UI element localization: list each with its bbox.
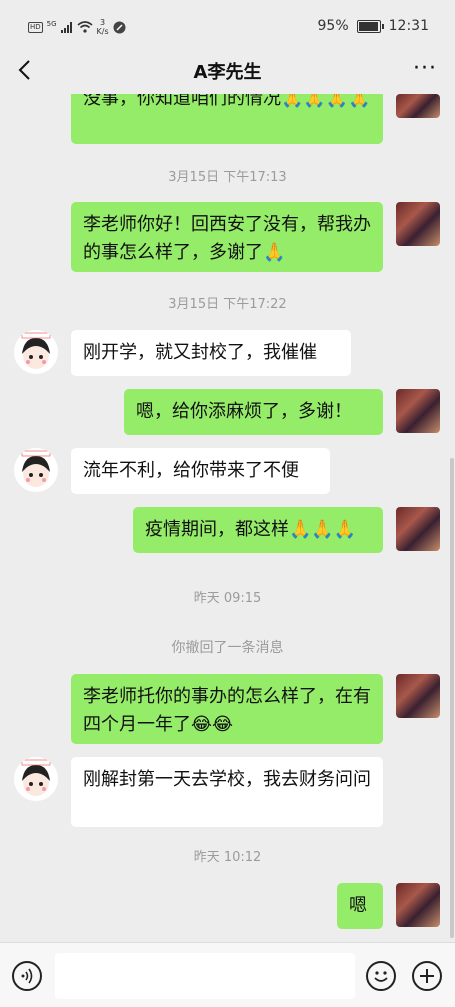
message-text: 疫情期间，都这样🙏🙏🙏 — [145, 519, 357, 540]
self-avatar[interactable] — [396, 389, 440, 433]
contact-avatar[interactable] — [14, 448, 58, 492]
chat-title: A李先生 — [193, 62, 262, 83]
message-bubble-self[interactable]: 疫情期间，都这样🙏🙏🙏 — [133, 507, 383, 553]
cartoon-girl-icon — [21, 332, 51, 369]
recall-notice: 你撤回了一条消息 — [171, 640, 284, 656]
emoji-icon[interactable] — [366, 961, 396, 991]
contact-avatar[interactable] — [14, 757, 58, 801]
self-avatar[interactable] — [396, 883, 440, 927]
input-toolbar — [0, 942, 455, 1007]
network-label: 5G — [46, 20, 57, 28]
message-bubble-other[interactable]: 流年不利，给你带来了不便 — [71, 448, 330, 494]
message-bubble-other[interactable]: 刚开学，就又封校了，我催催 — [71, 330, 351, 376]
timestamp: 3月15日 下午17:22 — [168, 297, 287, 312]
scrollbar[interactable] — [450, 458, 454, 938]
self-avatar[interactable] — [396, 674, 440, 718]
message-bubble-self[interactable]: 嗯 — [337, 883, 383, 929]
message-bubble-self[interactable]: 没事，你知道咱们的情况🙏🙏🙏🙏 — [71, 94, 383, 144]
message-bubble-self[interactable]: 嗯，给你添麻烦了，多谢！ — [124, 389, 383, 435]
app-notification-icon — [113, 21, 126, 33]
message-text: 嗯，给你添麻烦了，多谢！ — [136, 401, 352, 422]
message-text: 刚开学，就又封校了，我催催 — [83, 342, 317, 363]
self-avatar[interactable] — [396, 202, 440, 246]
battery-icon — [356, 19, 384, 33]
message-text: 刚解封第一天去学校，我去财务问问 — [83, 769, 371, 790]
voice-icon[interactable] — [12, 961, 42, 991]
status-bar: HD 5G 3 K/s 95% 12:31 — [0, 0, 455, 46]
message-text: 流年不利，给你带来了不便 — [83, 460, 299, 481]
self-avatar[interactable] — [396, 94, 440, 118]
hd-badge: HD — [28, 21, 43, 33]
timestamp: 昨天 09:15 — [193, 591, 262, 606]
message-text: 李老师托你的事办的怎么样了，在有四个月一年了😂😂 — [83, 686, 371, 735]
battery-percent: 95% — [317, 18, 349, 34]
self-avatar[interactable] — [396, 507, 440, 551]
message-text: 李老师你好！回西安了没有，帮我办的事怎么样了，多谢了🙏 — [83, 214, 371, 263]
more-dots-icon[interactable]: ··· — [413, 58, 437, 80]
timestamp: 昨天 10:12 — [193, 850, 262, 865]
clock: 12:31 — [388, 18, 429, 34]
message-text: 嗯 — [349, 895, 367, 916]
message-input[interactable] — [55, 953, 355, 999]
chat-message-list[interactable]: 没事，你知道咱们的情况🙏🙏🙏🙏 3月15日 下午17:13 李老师你好！回西安了… — [0, 94, 455, 942]
speed-value: 3 — [100, 18, 106, 27]
contact-avatar[interactable] — [14, 330, 58, 374]
message-bubble-self[interactable]: 李老师你好！回西安了没有，帮我办的事怎么样了，多谢了🙏 — [71, 202, 383, 272]
chat-header: A李先生 ··· — [0, 46, 455, 94]
message-bubble-self[interactable]: 李老师托你的事办的怎么样了，在有四个月一年了😂😂 — [71, 674, 383, 744]
cartoon-girl-icon — [21, 759, 51, 796]
wifi-icon — [77, 21, 93, 33]
message-text: 没事，你知道咱们的情况🙏🙏🙏🙏 — [83, 94, 371, 109]
plus-icon[interactable] — [412, 961, 442, 991]
cartoon-girl-icon — [21, 450, 51, 487]
signal-icon — [60, 21, 72, 33]
timestamp: 3月15日 下午17:13 — [168, 170, 287, 185]
speed-unit: K/s — [96, 27, 109, 36]
message-bubble-other[interactable]: 刚解封第一天去学校，我去财务问问 — [71, 757, 383, 827]
